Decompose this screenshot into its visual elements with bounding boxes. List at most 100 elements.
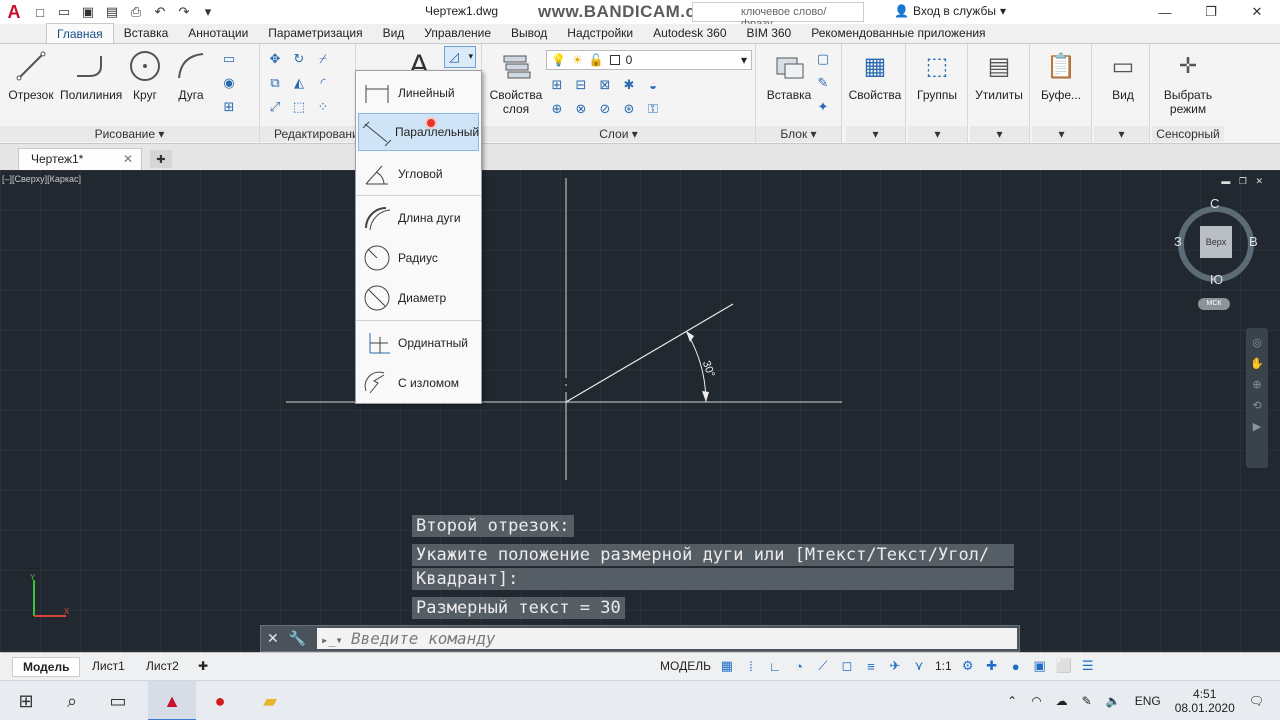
layer-thaw-icon[interactable]: ⊛ (620, 100, 638, 118)
menu-item-aligned[interactable]: Параллельный (358, 113, 479, 151)
network-icon[interactable]: ◠ (1031, 694, 1041, 708)
copy-icon[interactable]: ⧉ (266, 74, 284, 92)
trim-icon[interactable]: ⌿ (314, 50, 332, 68)
rotate-icon[interactable]: ↻ (290, 50, 308, 68)
utilities-panel[interactable]: ▤ Утилиты ▾ (970, 44, 1030, 144)
menu-item-radius[interactable]: Радиус (358, 239, 479, 277)
gear-icon[interactable]: ⚙ (960, 658, 976, 674)
lineweight-icon[interactable]: ≡ (863, 658, 879, 674)
edit-block-icon[interactable]: ✎ (814, 74, 832, 92)
orbit-icon[interactable]: ⟲ (1246, 399, 1268, 412)
view-panel-expander[interactable]: ▾ (1094, 126, 1149, 142)
tab-insert[interactable]: Вставка (114, 23, 179, 43)
viewcube[interactable]: Верх С Ю З В (1174, 196, 1258, 287)
help-search-input[interactable]: ключевое слово/фразу (692, 2, 864, 30)
file-tab-drawing1[interactable]: Чертеж1* ✕ (18, 148, 142, 170)
layer-previous-icon[interactable]: ⊟ (572, 76, 590, 94)
steering-wheel-icon[interactable]: ◎ (1246, 336, 1268, 349)
compass-east[interactable]: В (1249, 234, 1258, 249)
add-layout-button[interactable]: ✚ (192, 657, 214, 677)
clipboard-panel-expander[interactable]: ▾ (1032, 126, 1091, 142)
save-icon[interactable]: ▣ (78, 2, 98, 22)
pen-icon[interactable]: ✎ (1082, 694, 1092, 708)
menu-item-angular[interactable]: Угловой (358, 155, 479, 193)
utilities-panel-expander[interactable]: ▾ (970, 126, 1029, 142)
pan-icon[interactable]: ✋ (1246, 357, 1268, 370)
restore-button[interactable]: ❐ (1188, 0, 1234, 24)
command-prompt-icon[interactable]: ▸_▾ (321, 630, 343, 651)
select-mode-button[interactable]: ✛ Выбрать режим (1158, 48, 1218, 116)
layout-tab-model[interactable]: Модель (12, 657, 81, 677)
clock[interactable]: 4:51 08.01.2020 (1175, 687, 1235, 715)
layers-panel-label[interactable]: Слои ▾ (482, 126, 755, 142)
notifications-icon[interactable]: 🗨 (1249, 694, 1264, 708)
tab-view[interactable]: Вид (373, 23, 415, 43)
object-snap-icon[interactable]: ◻ (839, 658, 855, 674)
layer-current-icon[interactable]: ⊕ (548, 100, 566, 118)
view-panel[interactable]: ▭ Вид ▾ (1094, 44, 1150, 144)
showmotion-icon[interactable]: ▶ (1246, 420, 1268, 433)
properties-panel[interactable]: ▦ Свойства ▾ (846, 44, 906, 144)
tab-autodesk360[interactable]: Autodesk 360 (643, 23, 736, 43)
minimize-button[interactable]: — (1142, 0, 1188, 24)
layer-walk-icon[interactable]: ⊗ (572, 100, 590, 118)
menu-item-ordinate[interactable]: Ординатный (358, 324, 479, 362)
layer-dropdown[interactable]: 💡 ☀ 🔓 0 ▾ (546, 50, 752, 70)
bandicam-taskbar-icon[interactable]: ● (206, 687, 234, 715)
scale-icon[interactable]: ⬚ (290, 98, 308, 116)
wcs-menu[interactable]: МСК (1198, 298, 1230, 310)
compass-south[interactable]: Ю (1210, 272, 1223, 287)
layer-unisolate-icon[interactable]: ⊘ (596, 100, 614, 118)
plus-icon[interactable]: ✚ (984, 658, 1000, 674)
tab-annotate[interactable]: Аннотации (178, 23, 258, 43)
clipboard-panel[interactable]: 📋 Буфе... ▾ (1032, 44, 1092, 144)
groups-button[interactable]: ⬚ Группы (908, 48, 966, 103)
properties-button[interactable]: ▦ Свойства (846, 48, 904, 103)
open-file-icon[interactable]: ▭ (54, 2, 74, 22)
isolate-objects-icon[interactable]: ● (1008, 658, 1024, 674)
menu-item-jogged[interactable]: С изломом (358, 364, 479, 402)
sign-in-button[interactable]: 👤 Вход в службы ▾ (894, 4, 1006, 18)
layout-tab-sheet2[interactable]: Лист2 (136, 657, 189, 677)
layer-lock-icon[interactable]: ⚿ (644, 100, 662, 118)
cloud-icon[interactable]: ☁ (1056, 694, 1068, 708)
close-command-line-icon[interactable]: ✕ (267, 630, 279, 647)
menu-item-arc-length[interactable]: Длина дуги (358, 199, 479, 237)
file-explorer-icon[interactable]: ▰ (256, 687, 284, 715)
mirror-icon[interactable]: ◭ (290, 74, 308, 92)
tab-parametric[interactable]: Параметризация (258, 23, 372, 43)
rectangle-icon[interactable]: ▭ (220, 50, 238, 68)
search-icon[interactable]: ⌕ (58, 687, 86, 715)
annotation-visibility-icon[interactable]: ✈ (887, 658, 903, 674)
compass-north[interactable]: С (1210, 196, 1219, 211)
new-tab-button[interactable]: ✚ (150, 150, 172, 168)
isometric-icon[interactable]: ⟋ (815, 658, 831, 674)
layout-tab-sheet1[interactable]: Лист1 (82, 657, 135, 677)
tab-manage[interactable]: Управление (414, 23, 501, 43)
customize-status-icon[interactable]: ☰ (1080, 658, 1096, 674)
polar-tracking-icon[interactable]: ◔ (791, 658, 807, 674)
layer-isolate-icon[interactable]: ⊠ (596, 76, 614, 94)
ortho-icon[interactable]: ∟ (767, 658, 783, 674)
close-tab-icon[interactable]: ✕ (123, 152, 133, 166)
block-panel-label[interactable]: Блок ▾ (756, 126, 841, 142)
hardware-acceleration-icon[interactable]: ▣ (1032, 658, 1048, 674)
dimension-dropdown-button[interactable]: ◿ ▾ (444, 46, 476, 68)
tab-addins[interactable]: Надстройки (557, 23, 643, 43)
stretch-icon[interactable]: ⤢ (266, 98, 284, 116)
clean-screen-icon[interactable]: ⬜ (1056, 658, 1072, 674)
chevron-up-icon[interactable]: ⌃ (1007, 694, 1017, 708)
model-space-toggle[interactable]: МОДЕЛЬ (660, 659, 711, 673)
array-icon[interactable]: ⁘ (314, 98, 332, 116)
zoom-icon[interactable]: ⊕ (1246, 378, 1268, 391)
customize-qat-icon[interactable]: ▾ (198, 2, 218, 22)
grid-icon[interactable]: ▦ (719, 658, 735, 674)
fillet-icon[interactable]: ◜ (314, 74, 332, 92)
tab-featured-apps[interactable]: Рекомендованные приложения (801, 23, 995, 43)
volume-icon[interactable]: 🔈 (1106, 694, 1121, 708)
draw-panel-label[interactable]: Рисование ▾ (0, 126, 259, 142)
view-button[interactable]: ▭ Вид (1094, 48, 1152, 103)
hatch-icon[interactable]: ◉ (220, 74, 238, 92)
wrench-icon[interactable]: 🔧 (289, 630, 306, 647)
layer-off-icon[interactable]: ◒ (644, 76, 662, 94)
